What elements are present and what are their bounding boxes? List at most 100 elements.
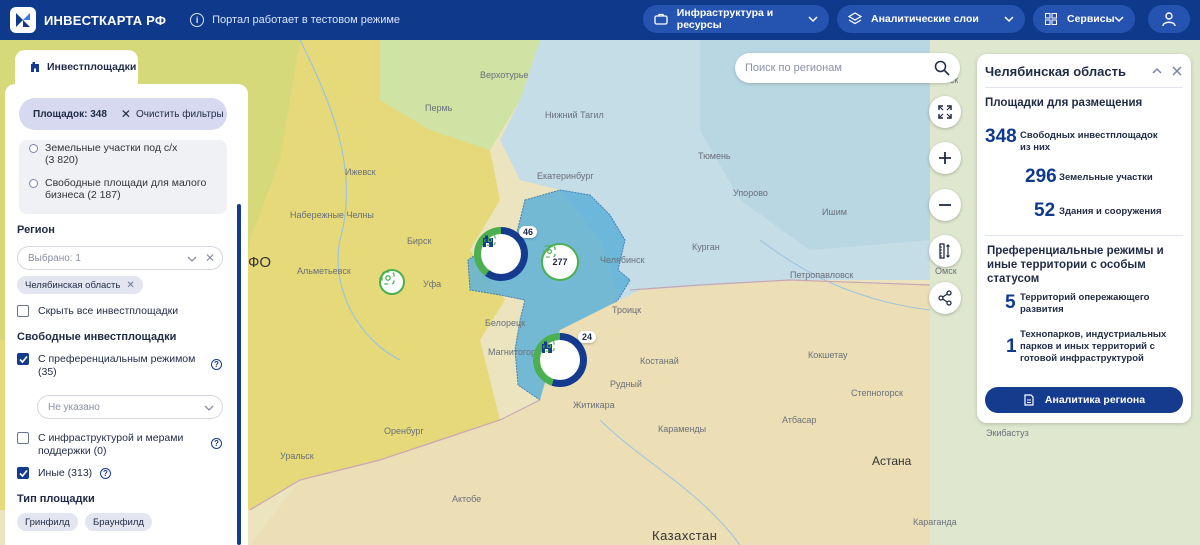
user-account-button[interactable]: [1148, 5, 1190, 33]
nav-infrastructure-dropdown[interactable]: Инфраструктура и ресурсы: [643, 5, 829, 33]
target-icon: [543, 340, 555, 352]
preferential-regime-select[interactable]: Не указано: [37, 395, 223, 419]
brownfield-chip[interactable]: Браунфилд: [85, 513, 152, 531]
checkbox-count: (35): [38, 365, 57, 378]
cluster-marker[interactable]: 277: [541, 243, 579, 281]
cluster-count-badge: 24: [578, 331, 597, 343]
stat-land-plots-label: Земельные участки: [1059, 172, 1153, 183]
checkbox-label: С преференциальным режимом: [38, 353, 196, 365]
chevron-down-icon: [808, 16, 818, 23]
region-chip[interactable]: Челябинская область ✕: [17, 276, 143, 294]
nav-label: Инфраструктура и ресурсы: [676, 7, 774, 31]
chevron-down-icon[interactable]: [186, 253, 198, 265]
close-icon[interactable]: ✕: [126, 280, 134, 291]
help-icon[interactable]: ?: [211, 359, 222, 370]
city-label: Актобе: [452, 494, 482, 504]
filters-panel: Площадок: 348 ✕ Очистить фильтры Земельн…: [5, 84, 248, 545]
grid-icon: [1043, 11, 1059, 27]
region-search[interactable]: [735, 53, 960, 83]
share-button[interactable]: [929, 282, 961, 314]
sites-count: Площадок: 348: [33, 108, 107, 120]
scrollbar[interactable]: [237, 204, 241, 545]
nav-label: Аналитические слои: [871, 13, 979, 25]
checkbox[interactable]: [17, 353, 29, 365]
sites-section-title: Площадки для размещения: [985, 97, 1143, 109]
nav-analytics-layers-dropdown[interactable]: Аналитические слои: [837, 5, 1025, 33]
hide-all-sites-checkbox[interactable]: Скрыть все инвестплощадки: [17, 305, 178, 318]
region-select[interactable]: Выбрано: 1 ✕: [17, 246, 223, 270]
nav-services-dropdown[interactable]: Сервисы: [1033, 5, 1135, 33]
checkbox[interactable]: [17, 467, 29, 479]
other-sites-checkbox[interactable]: Иные (313): [17, 467, 92, 480]
city-label: Альметьевск: [297, 266, 351, 276]
checkmark-icon: [18, 355, 28, 363]
site-type-options: Земельные участки под с/х (3 820) Свободн…: [19, 140, 227, 214]
clear-filters-button[interactable]: ✕ Очистить фильтры: [121, 107, 224, 121]
search-input[interactable]: [745, 62, 925, 74]
checkbox[interactable]: [17, 432, 29, 444]
city-label: Ижевск: [345, 167, 376, 177]
checkbox-count: (0): [93, 444, 107, 457]
stat-total-sites-label: Свободных инвестплощадок из них: [1020, 130, 1158, 153]
radio-label: Свободные площади для малого бизнеса: [45, 177, 207, 201]
layers-icon: [847, 11, 863, 27]
greenfield-chip[interactable]: Гринфилд: [17, 513, 78, 531]
fullscreen-icon: [938, 105, 952, 119]
city-label: Астана: [872, 454, 912, 468]
city-label: Петропавловск: [790, 270, 854, 280]
close-icon[interactable]: [1171, 65, 1183, 77]
city-label: Караменды: [658, 424, 707, 434]
cluster-marker[interactable]: [540, 340, 580, 380]
checkbox-label: С инфраструктурой и мерами поддержки: [38, 432, 184, 457]
radio-button[interactable]: [29, 179, 38, 188]
close-icon[interactable]: ✕: [205, 251, 215, 265]
chip-label: Гринфилд: [25, 516, 70, 528]
radio-button[interactable]: [29, 144, 38, 153]
user-icon: [1162, 12, 1176, 27]
checkbox[interactable]: [17, 305, 29, 317]
help-icon[interactable]: ?: [211, 438, 222, 449]
logo-text[interactable]: ИНВЕСТКАРТА РФ: [44, 13, 166, 28]
stat-tor-value: 5: [1005, 292, 1016, 313]
city-label: Екатеринбург: [537, 171, 594, 181]
city-label: Степногорск: [851, 388, 903, 398]
city-label: Атбасар: [782, 415, 817, 425]
chip-label: Браунфилд: [93, 516, 144, 528]
region-analytics-button[interactable]: Аналитика региона: [985, 387, 1183, 413]
search-icon[interactable]: [934, 60, 950, 76]
city-label: Верхотурье: [480, 70, 529, 80]
free-sites-section-title: Свободные инвестплощадки: [17, 331, 177, 343]
logo-icon[interactable]: [10, 7, 36, 33]
investment-site-marker[interactable]: [379, 269, 405, 295]
site-type-section-title: Тип площадки: [17, 493, 95, 505]
tab-investment-sites[interactable]: Инвестплощадки: [15, 50, 138, 84]
test-mode-notice: i Портал работает в тестовом режиме: [190, 13, 400, 27]
zoom-in-button[interactable]: [929, 142, 961, 174]
federal-district-label: ФО: [248, 254, 272, 271]
cluster-marker[interactable]: [481, 234, 521, 274]
checkbox-label: Иные: [38, 467, 65, 479]
country-label: Казахстан: [652, 528, 718, 543]
cluster-count: 277: [552, 257, 568, 267]
stat-buildings-label: Здания и сооружения: [1059, 206, 1162, 217]
nav-label: Сервисы: [1067, 13, 1115, 25]
radio-option[interactable]: Земельные участки под с/х (3 820): [29, 142, 177, 166]
city-label: Уфа: [423, 279, 442, 289]
chevron-up-icon[interactable]: [1151, 65, 1163, 77]
chevron-down-icon: [1004, 16, 1014, 23]
preferential-regime-checkbox[interactable]: С преференциальным режимом (35): [17, 353, 195, 378]
stat-land-plots-value: 296: [1025, 166, 1057, 187]
radio-option[interactable]: Свободные площади для малого бизнеса (2 …: [29, 177, 215, 201]
share-icon: [938, 290, 952, 306]
ruler-button[interactable]: [929, 235, 961, 267]
help-icon[interactable]: ?: [100, 468, 111, 479]
city-label: Белорецк: [485, 318, 526, 328]
city-label: Пермь: [425, 103, 453, 113]
preferential-section-title: Преференциальные режимы и иные территори…: [987, 245, 1164, 285]
zoom-out-button[interactable]: [929, 189, 961, 221]
fullscreen-button[interactable]: [929, 96, 961, 128]
infrastructure-support-checkbox[interactable]: С инфраструктурой и мерами поддержки (0): [17, 432, 198, 457]
region-select-value: Выбрано: 1: [28, 252, 81, 264]
city-label: Караганда: [913, 517, 957, 527]
city-label: Челябинск: [600, 255, 645, 265]
